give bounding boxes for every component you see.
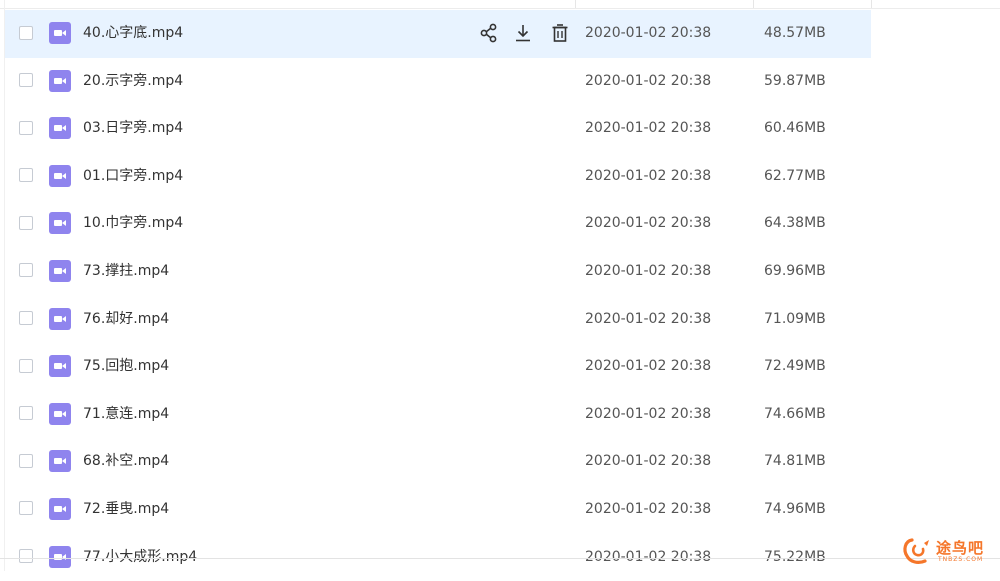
modified-date: 2020-01-02 20:38 bbox=[585, 548, 712, 565]
row-checkbox[interactable] bbox=[19, 358, 33, 373]
modified-date: 2020-01-02 20:38 bbox=[585, 25, 712, 41]
row-checkbox[interactable] bbox=[19, 168, 33, 183]
modified-date: 2020-01-02 20:38 bbox=[585, 405, 712, 422]
file-row[interactable]: 01.口字旁.mp4 2020-01-02 20:38 62.77MB bbox=[5, 153, 871, 201]
video-file-icon bbox=[49, 402, 71, 425]
file-row[interactable]: 68.补空.mp4 2020-01-02 20:38 74.81MB bbox=[5, 438, 871, 486]
modified-date: 2020-01-02 20:38 bbox=[585, 215, 712, 232]
file-name[interactable]: 20.示字旁.mp4 bbox=[83, 72, 183, 90]
file-row[interactable]: 10.巾字旁.mp4 2020-01-02 20:38 64.38MB bbox=[5, 200, 871, 248]
video-file-icon bbox=[49, 164, 71, 187]
file-row[interactable]: 20.示字旁.mp4 2020-01-02 20:38 59.87MB bbox=[5, 58, 871, 106]
watermark-text: 途鸟吧 bbox=[936, 539, 985, 557]
row-checkbox[interactable] bbox=[19, 215, 33, 230]
row-checkbox[interactable] bbox=[19, 120, 33, 135]
watermark-subtext: TNBZS.COM bbox=[938, 556, 984, 563]
modified-date: 2020-01-02 20:38 bbox=[585, 262, 712, 279]
file-name[interactable]: 72.垂曳.mp4 bbox=[83, 500, 169, 518]
file-name[interactable]: 68.补空.mp4 bbox=[83, 452, 169, 470]
row-checkbox[interactable] bbox=[19, 549, 33, 564]
file-size: 62.77MB bbox=[764, 167, 826, 184]
video-file-icon bbox=[49, 22, 71, 44]
column-header-strip bbox=[0, 0, 1000, 9]
header-divider bbox=[753, 0, 754, 8]
file-size: 74.96MB bbox=[764, 500, 826, 517]
delete-icon[interactable] bbox=[549, 22, 571, 44]
video-file-icon bbox=[49, 497, 71, 520]
row-checkbox[interactable] bbox=[19, 501, 33, 516]
file-row[interactable]: 03.日字旁.mp4 2020-01-02 20:38 60.46MB bbox=[5, 105, 871, 153]
file-name[interactable]: 03.日字旁.mp4 bbox=[83, 119, 183, 137]
list-bottom-divider bbox=[0, 558, 1000, 559]
row-checkbox[interactable] bbox=[19, 406, 33, 421]
file-size: 71.09MB bbox=[764, 310, 826, 327]
row-checkbox[interactable] bbox=[19, 311, 33, 326]
file-row[interactable]: 76.却好.mp4 2020-01-02 20:38 71.09MB bbox=[5, 296, 871, 344]
file-size: 59.87MB bbox=[764, 72, 826, 89]
modified-date: 2020-01-02 20:38 bbox=[585, 358, 712, 375]
file-row[interactable]: 73.撑拄.mp4 2020-01-02 20:38 69.96MB bbox=[5, 248, 871, 296]
video-file-icon bbox=[49, 307, 71, 330]
file-name[interactable]: 73.撑拄.mp4 bbox=[83, 262, 169, 280]
share-icon[interactable] bbox=[478, 22, 500, 44]
video-file-icon bbox=[49, 450, 71, 473]
file-list: 40.心字底.mp4 2020-01-02 20:38 48.57MB 20.示字旁.… bbox=[5, 10, 871, 581]
file-name[interactable]: 76.却好.mp4 bbox=[83, 310, 169, 328]
row-checkbox[interactable] bbox=[19, 263, 33, 278]
download-icon[interactable] bbox=[512, 22, 534, 44]
video-file-icon bbox=[49, 69, 71, 92]
file-size: 75.22MB bbox=[764, 548, 826, 565]
modified-date: 2020-01-02 20:38 bbox=[585, 500, 712, 517]
file-size: 48.57MB bbox=[764, 25, 826, 41]
row-checkbox[interactable] bbox=[19, 453, 33, 468]
modified-date: 2020-01-02 20:38 bbox=[585, 310, 712, 327]
file-list-window: 40.心字底.mp4 2020-01-02 20:38 48.57MB 20.示字旁.… bbox=[0, 0, 1000, 571]
header-divider bbox=[871, 0, 872, 8]
file-size: 64.38MB bbox=[764, 215, 826, 232]
file-name[interactable]: 40.心字底.mp4 bbox=[83, 24, 183, 42]
video-file-icon bbox=[49, 355, 71, 378]
file-row[interactable]: 71.意连.mp4 2020-01-02 20:38 74.66MB bbox=[5, 391, 871, 439]
video-file-icon bbox=[49, 545, 71, 568]
row-checkbox[interactable] bbox=[19, 73, 33, 88]
video-file-icon bbox=[49, 212, 71, 235]
file-size: 74.81MB bbox=[764, 453, 826, 470]
file-row[interactable]: 75.回抱.mp4 2020-01-02 20:38 72.49MB bbox=[5, 343, 871, 391]
file-row[interactable]: 40.心字底.mp4 2020-01-02 20:38 48.57MB bbox=[5, 10, 871, 58]
watermark-logo: 途鸟吧 TNBZS.COM bbox=[902, 537, 997, 567]
row-checkbox[interactable] bbox=[19, 25, 33, 40]
file-size: 60.46MB bbox=[764, 120, 826, 137]
file-name[interactable]: 10.巾字旁.mp4 bbox=[83, 214, 183, 232]
header-divider bbox=[575, 0, 576, 8]
file-name[interactable]: 77.小大成形.mp4 bbox=[83, 548, 197, 566]
modified-date: 2020-01-02 20:38 bbox=[585, 453, 712, 470]
modified-date: 2020-01-02 20:38 bbox=[585, 120, 712, 137]
watermark-mark-icon bbox=[903, 538, 929, 564]
file-size: 74.66MB bbox=[764, 405, 826, 422]
file-row[interactable]: 72.垂曳.mp4 2020-01-02 20:38 74.96MB bbox=[5, 486, 871, 534]
file-name[interactable]: 75.回抱.mp4 bbox=[83, 357, 169, 375]
file-size: 69.96MB bbox=[764, 262, 826, 279]
file-name[interactable]: 01.口字旁.mp4 bbox=[83, 167, 183, 185]
file-size: 72.49MB bbox=[764, 358, 826, 375]
modified-date: 2020-01-02 20:38 bbox=[585, 167, 712, 184]
video-file-icon bbox=[49, 117, 71, 140]
video-file-icon bbox=[49, 259, 71, 282]
file-name[interactable]: 71.意连.mp4 bbox=[83, 405, 169, 423]
modified-date: 2020-01-02 20:38 bbox=[585, 72, 712, 89]
